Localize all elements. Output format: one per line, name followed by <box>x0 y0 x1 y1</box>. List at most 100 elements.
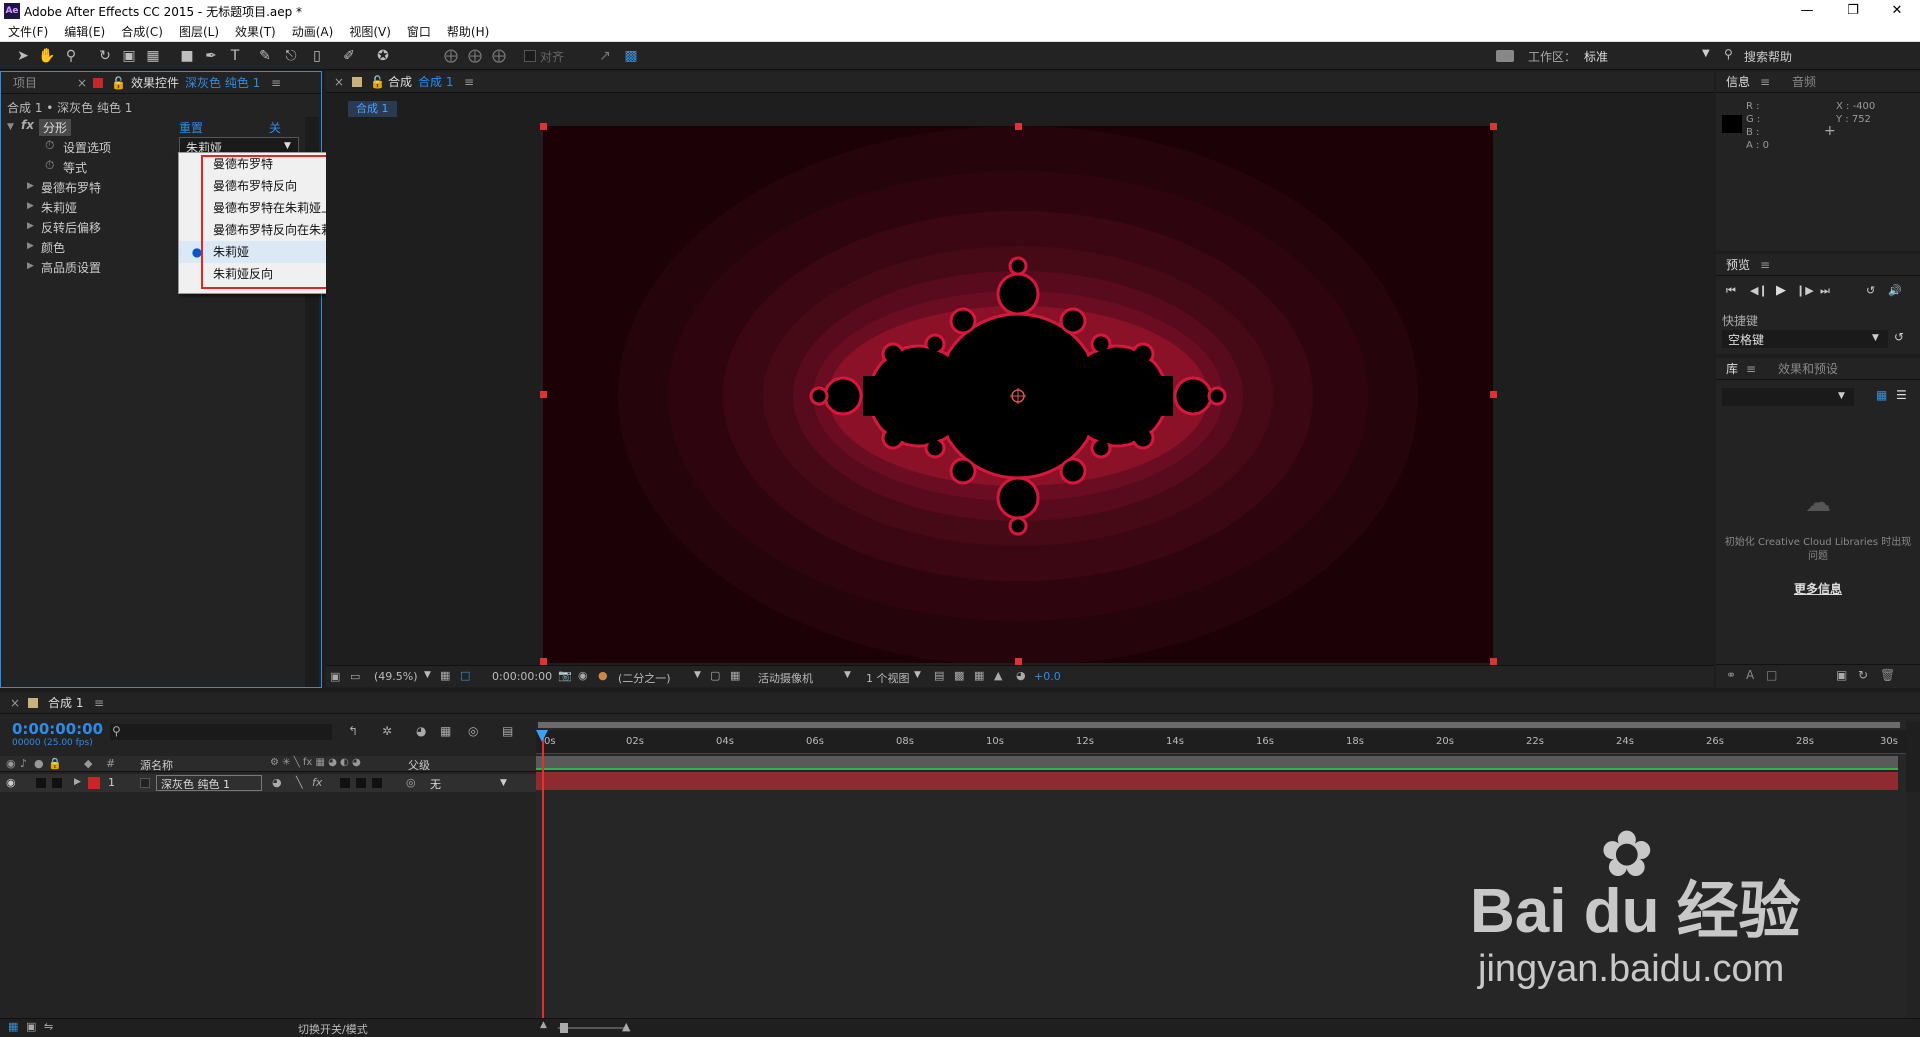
close-button[interactable]: ✕ <box>1874 0 1920 22</box>
layer-handle[interactable] <box>1015 658 1022 665</box>
safe-zones-icon[interactable]: ▦ <box>440 669 450 682</box>
menu-composition[interactable]: 合成(C) <box>113 22 171 42</box>
menu-effect[interactable]: 效果(T) <box>227 22 284 42</box>
camera-select[interactable]: 活动摄像机 <box>758 670 813 686</box>
rectangle-tool-icon[interactable]: ■ <box>178 47 196 65</box>
layer-search-input[interactable]: ⚲ <box>110 724 332 740</box>
tab-composition[interactable]: 合成 <box>388 71 412 93</box>
layer-switches-icon[interactable]: ▦ <box>8 1020 18 1033</box>
puppet-tool-icon[interactable]: ✪ <box>374 47 392 65</box>
maximize-button[interactable]: ❐ <box>1830 0 1876 22</box>
toggle-pixel-aspect-icon[interactable]: ▤ <box>934 669 944 682</box>
pen-tool-icon[interactable]: ✒ <box>202 47 220 65</box>
zoom-slider-thumb[interactable] <box>560 1023 568 1033</box>
next-frame-icon[interactable]: ❙▶ <box>1796 284 1814 297</box>
reset-link[interactable]: 重置 <box>179 119 203 136</box>
link-icon[interactable]: ⚭ <box>1726 668 1736 682</box>
tab-audio[interactable]: 音频 <box>1792 71 1816 93</box>
layer-name[interactable]: 深灰色 纯色 1 <box>156 775 262 791</box>
align-checkbox[interactable] <box>524 50 536 62</box>
close-tab-icon[interactable]: × <box>334 71 344 93</box>
timeline-timecode[interactable]: 0:00:00:00 <box>12 720 103 738</box>
channel-icon[interactable]: ● <box>598 669 608 682</box>
transfer-controls-icon[interactable]: ▣ <box>26 1020 36 1033</box>
snap-options-icon[interactable]: ▩ <box>622 47 640 65</box>
exposure-value[interactable]: +0.0 <box>1034 670 1061 683</box>
show-snapshot-icon[interactable]: ◉ <box>578 669 588 682</box>
fx-icon[interactable]: fx <box>21 118 34 132</box>
tab-effect-layer[interactable]: 深灰色 纯色 1 <box>185 72 260 94</box>
tab-library[interactable]: 库 <box>1726 358 1738 380</box>
grid-view-icon[interactable]: ▦ <box>1876 388 1887 402</box>
snapping-icon[interactable]: ↗ <box>596 47 614 65</box>
in-out-icon[interactable]: ⇋ <box>44 1020 53 1033</box>
chevron-down-icon[interactable]: ▼ <box>914 670 921 680</box>
camera-tool-icon[interactable]: ▣ <box>120 47 138 65</box>
timeline-tracks[interactable] <box>536 720 1906 1020</box>
pick-whip-icon[interactable]: ◎ <box>406 776 416 789</box>
lock-icon[interactable]: 🔓 <box>370 71 385 93</box>
menu-edit[interactable]: 编辑(E) <box>56 22 113 42</box>
lock-toggle[interactable] <box>52 778 62 788</box>
current-time[interactable]: 0:00:00:00 <box>492 670 552 683</box>
zoom-tool-icon[interactable]: ⚲ <box>62 47 80 65</box>
tab-info[interactable]: 信息 <box>1726 71 1750 93</box>
brush-tool-icon[interactable]: ✎ <box>256 47 274 65</box>
roto-brush-tool-icon[interactable]: ✐ <box>340 47 358 65</box>
prev-frame-icon[interactable]: ◀❙ <box>1750 284 1768 297</box>
minimize-button[interactable]: — <box>1784 0 1830 22</box>
menu-layer[interactable]: 图层(L) <box>171 22 227 42</box>
tab-composition-name[interactable]: 合成 1 <box>418 71 453 93</box>
close-tab-icon[interactable]: × <box>10 692 20 714</box>
snapshot-icon[interactable]: 📷 <box>558 669 572 682</box>
lock-icon[interactable]: 🔓 <box>111 72 126 94</box>
draft-3d-icon[interactable]: ✲ <box>382 724 392 738</box>
first-frame-icon[interactable]: ⏮ <box>1726 284 1736 298</box>
always-preview-icon[interactable]: ▣ <box>330 670 340 683</box>
trash-icon[interactable]: 🗑 <box>1880 668 1895 682</box>
stock-icon[interactable]: ▣ <box>1836 668 1847 682</box>
expand-triangle-icon[interactable]: ▶ <box>27 241 34 251</box>
playhead[interactable] <box>542 730 544 1020</box>
clone-stamp-tool-icon[interactable]: ⎋ <box>282 47 300 65</box>
3d-switch[interactable] <box>372 778 382 788</box>
flowchart-icon[interactable]: ▲ <box>994 669 1002 682</box>
menu-file[interactable]: 文件(F) <box>0 22 56 42</box>
motion-blur-icon[interactable]: ◎ <box>468 724 478 738</box>
list-view-icon[interactable]: ☰ <box>1896 388 1907 402</box>
layer-handle[interactable] <box>1015 123 1022 130</box>
layer-handle[interactable] <box>1490 123 1497 130</box>
collapse-triangle-icon[interactable]: ▼ <box>7 122 14 132</box>
more-info-link[interactable]: 更多信息 <box>1720 580 1916 597</box>
chevron-down-icon[interactable]: ▼ <box>424 670 431 680</box>
tab-timeline[interactable]: 合成 1 <box>48 692 83 714</box>
shortcut-select[interactable]: 空格键 ▼ <box>1722 330 1888 348</box>
layer-handle[interactable] <box>540 658 547 665</box>
region-of-interest-icon[interactable]: ▢ <box>710 669 720 682</box>
workspace-select[interactable]: 标准 <box>1584 48 1608 65</box>
shy-layers-icon[interactable]: ◕ <box>416 724 426 738</box>
layer-duration-bar[interactable] <box>536 772 1898 790</box>
prop-group-julia[interactable]: 朱莉娅 <box>41 199 77 216</box>
comp-mini-flowchart-icon[interactable]: ↰ <box>348 724 358 738</box>
col-parent[interactable]: 父级 <box>408 757 430 773</box>
zoom-slider-track[interactable] <box>558 1027 628 1029</box>
monitor-icon[interactable]: ▭ <box>350 670 360 683</box>
time-ruler[interactable] <box>536 730 1906 754</box>
zoom-in-icon[interactable]: ▲ <box>622 1020 630 1033</box>
motion-blur-switch[interactable] <box>340 778 350 788</box>
adjustment-switch[interactable] <box>356 778 366 788</box>
layer-handle[interactable] <box>1490 658 1497 665</box>
menu-view[interactable]: 视图(V) <box>341 22 399 42</box>
parent-select[interactable]: 无 <box>430 776 441 792</box>
panel-menu-icon[interactable]: ≡ <box>1760 71 1770 93</box>
last-frame-icon[interactable]: ⏭ <box>1820 284 1830 298</box>
panel-menu-icon[interactable]: ≡ <box>1760 254 1770 276</box>
fx-switch-icon[interactable]: fx <box>312 776 322 789</box>
tab-effects-presets[interactable]: 效果和预设 <box>1778 358 1838 380</box>
layer-handle[interactable] <box>540 391 547 398</box>
prop-group-mandelbrot[interactable]: 曼德布罗特 <box>41 179 101 196</box>
exposure-icon[interactable]: ◕ <box>1016 669 1026 682</box>
rotate-tool-icon[interactable]: ↻ <box>96 47 114 65</box>
chevron-down-icon[interactable]: ▼ <box>500 778 507 788</box>
